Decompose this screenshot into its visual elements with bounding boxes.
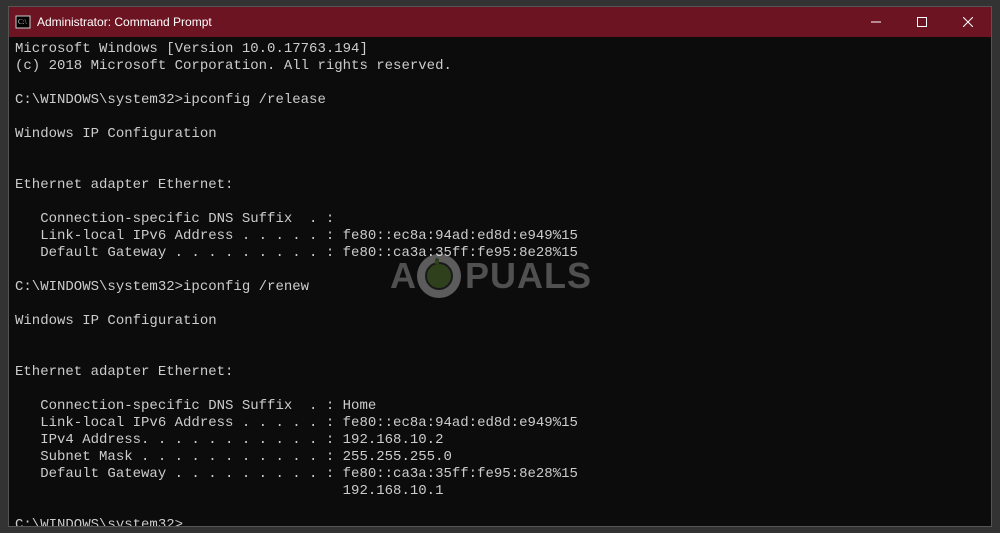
window-controls: [853, 7, 991, 37]
terminal-area[interactable]: Microsoft Windows [Version 10.0.17763.19…: [9, 37, 991, 526]
close-button[interactable]: [945, 7, 991, 37]
svg-text:C:\: C:\: [18, 18, 27, 26]
minimize-button[interactable]: [853, 7, 899, 37]
cmd-window: C:\ Administrator: Command Prompt Micros…: [8, 6, 992, 527]
window-title: Administrator: Command Prompt: [37, 15, 212, 29]
terminal-prompt: C:\WINDOWS\system32>: [15, 517, 183, 526]
terminal-output: Microsoft Windows [Version 10.0.17763.19…: [15, 41, 578, 499]
cmd-icon: C:\: [15, 14, 31, 30]
titlebar[interactable]: C:\ Administrator: Command Prompt: [9, 7, 991, 37]
maximize-button[interactable]: [899, 7, 945, 37]
